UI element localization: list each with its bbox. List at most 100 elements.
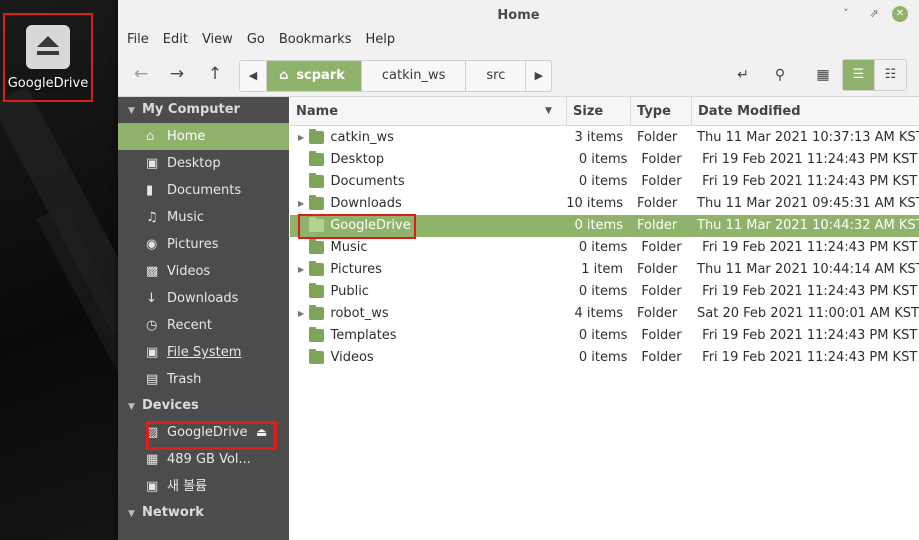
folder-icon <box>308 283 325 298</box>
expander-arrow-icon[interactable]: ▶ <box>290 193 304 215</box>
trash-icon: ▤ <box>146 372 159 387</box>
documents-icon: ▮ <box>146 183 154 198</box>
file-name: Templates <box>330 328 397 343</box>
desktop-googledrive-icon[interactable]: GoogleDrive <box>3 13 93 102</box>
sidebar-section-devices[interactable]: ▼ Devices <box>118 393 289 419</box>
folder-icon <box>308 217 325 232</box>
table-row[interactable]: Public 0 items Folder Fri 19 Feb 2021 11:24… <box>290 281 919 303</box>
chevron-down-icon: ▼ <box>128 509 135 519</box>
file-date-modified: Fri 19 Feb 2021 11:24:43 PM KST <box>702 174 918 189</box>
file-type: Folder <box>641 240 682 255</box>
folder-icon <box>309 305 325 320</box>
sidebar-item-file-system[interactable]: ▣ File System <box>118 339 289 366</box>
file-manager-window: Home ˅ ⇗ ✕ File Edit View Go Bookmarks H… <box>118 0 919 540</box>
table-row[interactable]: GoogleDrive 0 items Folder Thu 11 Mar 2021 … <box>290 215 919 237</box>
path-segment-src[interactable]: src <box>465 61 525 91</box>
music-icon: ♫ <box>146 210 158 225</box>
compact-view-icon[interactable]: ☷ <box>875 60 906 90</box>
table-row[interactable]: ▶ Downloads 10 items Folder Thu 11 Mar 2021 … <box>290 193 919 215</box>
file-date-modified: Fri 19 Feb 2021 11:24:43 PM KST <box>702 328 918 343</box>
expander-arrow-icon[interactable]: ▶ <box>290 303 304 325</box>
folder-icon <box>309 129 325 144</box>
list-view-icon[interactable]: ☰ <box>843 60 875 90</box>
open-in-terminal-icon[interactable]: ↵ <box>732 64 754 86</box>
path-left-arrow-icon[interactable]: ◀ <box>240 61 266 91</box>
sidebar-item-home[interactable]: ⌂ Home <box>118 123 289 150</box>
menu-bookmarks[interactable]: Bookmarks <box>279 30 352 52</box>
table-row[interactable]: ▶ Pictures 1 item Folder Thu 11 Mar 2021 10:… <box>290 259 919 281</box>
column-header-type[interactable]: Type <box>631 97 692 125</box>
expander-arrow-icon[interactable]: ▶ <box>290 127 304 149</box>
sidebar-item-trash[interactable]: ▤ Trash <box>118 366 289 393</box>
camera-icon: ◉ <box>146 237 158 252</box>
file-type: Folder <box>637 306 678 321</box>
sidebar-item-googledrive[interactable]: ▨ GoogleDrive ⏏ <box>118 419 289 446</box>
forward-arrow-icon[interactable]: → <box>166 64 188 86</box>
desktop-icon: ▣ <box>146 156 159 171</box>
minimize-icon[interactable]: ˅ <box>838 6 854 22</box>
file-name: Downloads <box>330 196 402 211</box>
table-row[interactable]: Templates 0 items Folder Fri 19 Feb 2021 11… <box>290 325 919 347</box>
folder-icon <box>308 151 325 166</box>
sidebar-item-desktop[interactable]: ▣ Desktop <box>118 150 289 177</box>
file-type: Folder <box>637 262 678 277</box>
file-size: 1 item <box>581 262 624 277</box>
path-segment-scpark[interactable]: ⌂ scpark <box>266 61 361 91</box>
table-row[interactable]: Desktop 0 items Folder Fri 19 Feb 2021 11:2… <box>290 149 919 171</box>
file-name: Public <box>330 284 369 299</box>
list-header: Name ▼ Size Type Date Modified <box>290 97 919 126</box>
sidebar-item-new-volume[interactable]: ▣ 새 볼륨 <box>118 473 289 500</box>
icon-view-icon[interactable]: ▦ <box>812 64 834 86</box>
menu-view[interactable]: View <box>202 30 233 52</box>
menu-file[interactable]: File <box>127 30 149 52</box>
expander-spacer <box>290 215 304 237</box>
table-row[interactable]: ▶ robot_ws 4 items Folder Sat 20 Feb 2021 11… <box>290 303 919 325</box>
folder-icon <box>308 239 325 254</box>
folder-icon <box>308 349 325 364</box>
titlebar[interactable]: Home ˅ ⇗ ✕ <box>118 0 919 30</box>
file-size: 0 items <box>578 328 628 343</box>
clock-icon: ◷ <box>146 318 158 333</box>
expander-arrow-icon[interactable]: ▶ <box>290 259 304 281</box>
sidebar: ▼ My Computer ⌂ Home ▣ Desktop ▮ Documents ♫… <box>118 97 289 540</box>
sidebar-item-recent[interactable]: ◷ Recent <box>118 312 289 339</box>
table-row[interactable]: Documents 0 items Folder Fri 19 Feb 2021 11… <box>290 171 919 193</box>
search-icon[interactable]: ⚲ <box>769 64 791 86</box>
menu-go[interactable]: Go <box>247 30 265 52</box>
table-row[interactable]: Videos 0 items Folder Fri 19 Feb 2021 11:24… <box>290 347 919 369</box>
eject-icon[interactable]: ⏏ <box>256 419 267 446</box>
file-date-modified: Thu 11 Mar 2021 10:37:13 AM KST <box>697 130 919 145</box>
back-arrow-icon[interactable]: ← <box>130 64 152 86</box>
column-header-name[interactable]: Name ▼ <box>290 97 567 125</box>
eject-drive-icon <box>26 25 70 69</box>
drive-icon: ▣ <box>146 345 159 360</box>
menu-help[interactable]: Help <box>365 30 395 52</box>
file-size: 0 items <box>578 350 628 365</box>
sidebar-item-videos[interactable]: ▩ Videos <box>118 258 289 285</box>
maximize-icon[interactable]: ⇗ <box>866 6 882 22</box>
column-header-date[interactable]: Date Modified <box>692 97 919 125</box>
folder-icon <box>309 195 325 210</box>
chevron-down-icon: ▼ <box>128 106 135 116</box>
close-icon[interactable]: ✕ <box>892 6 908 22</box>
menubar: File Edit View Go Bookmarks Help <box>118 30 919 52</box>
sidebar-item-489gb-volume[interactable]: ▦ 489 GB Vol... <box>118 446 289 473</box>
sidebar-item-documents[interactable]: ▮ Documents <box>118 177 289 204</box>
view-toggle: ☰ ☷ <box>842 59 907 91</box>
sidebar-section-my-computer[interactable]: ▼ My Computer <box>118 97 289 123</box>
file-type: Folder <box>641 328 682 343</box>
sidebar-section-network[interactable]: ▼ Network <box>118 500 289 526</box>
menu-edit[interactable]: Edit <box>163 30 188 52</box>
path-right-arrow-icon[interactable]: ▶ <box>525 61 551 91</box>
path-segment-catkin-ws[interactable]: catkin_ws <box>360 61 466 91</box>
sidebar-item-downloads[interactable]: ↓ Downloads <box>118 285 289 312</box>
table-row[interactable]: Music 0 items Folder Fri 19 Feb 2021 11:24:… <box>290 237 919 259</box>
folder-icon <box>308 327 325 342</box>
sidebar-item-music[interactable]: ♫ Music <box>118 204 289 231</box>
column-header-size[interactable]: Size <box>567 97 631 125</box>
film-icon: ▩ <box>146 264 159 279</box>
up-arrow-icon[interactable]: ↑ <box>204 64 226 86</box>
file-type: Folder <box>641 284 682 299</box>
table-row[interactable]: ▶ catkin_ws 3 items Folder Thu 11 Mar 2021 1… <box>290 127 919 149</box>
sidebar-item-pictures[interactable]: ◉ Pictures <box>118 231 289 258</box>
